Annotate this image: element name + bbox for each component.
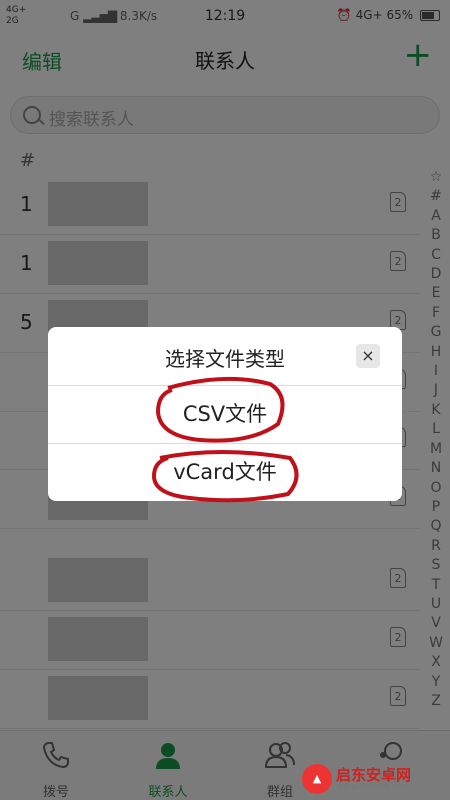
csv-option-button[interactable]: CSV文件	[48, 385, 402, 443]
file-type-dialog: 选择文件类型 × CSV文件 vCard文件	[48, 327, 402, 501]
watermark: ▲ 启东安卓网 www.qdltdq.com	[302, 764, 442, 794]
dialog-title: 选择文件类型	[165, 347, 285, 371]
contacts-screen: 4G+ 2G G ▂▃▅▇ 8.3K/s 12:19 ⏰ 4G+ 65% 编辑 …	[0, 0, 450, 800]
watermark-url: www.qdltdq.com	[336, 782, 412, 792]
vcard-option-button[interactable]: vCard文件	[48, 443, 402, 501]
watermark-logo-icon: ▲	[302, 764, 332, 794]
close-icon[interactable]: ×	[356, 344, 380, 368]
